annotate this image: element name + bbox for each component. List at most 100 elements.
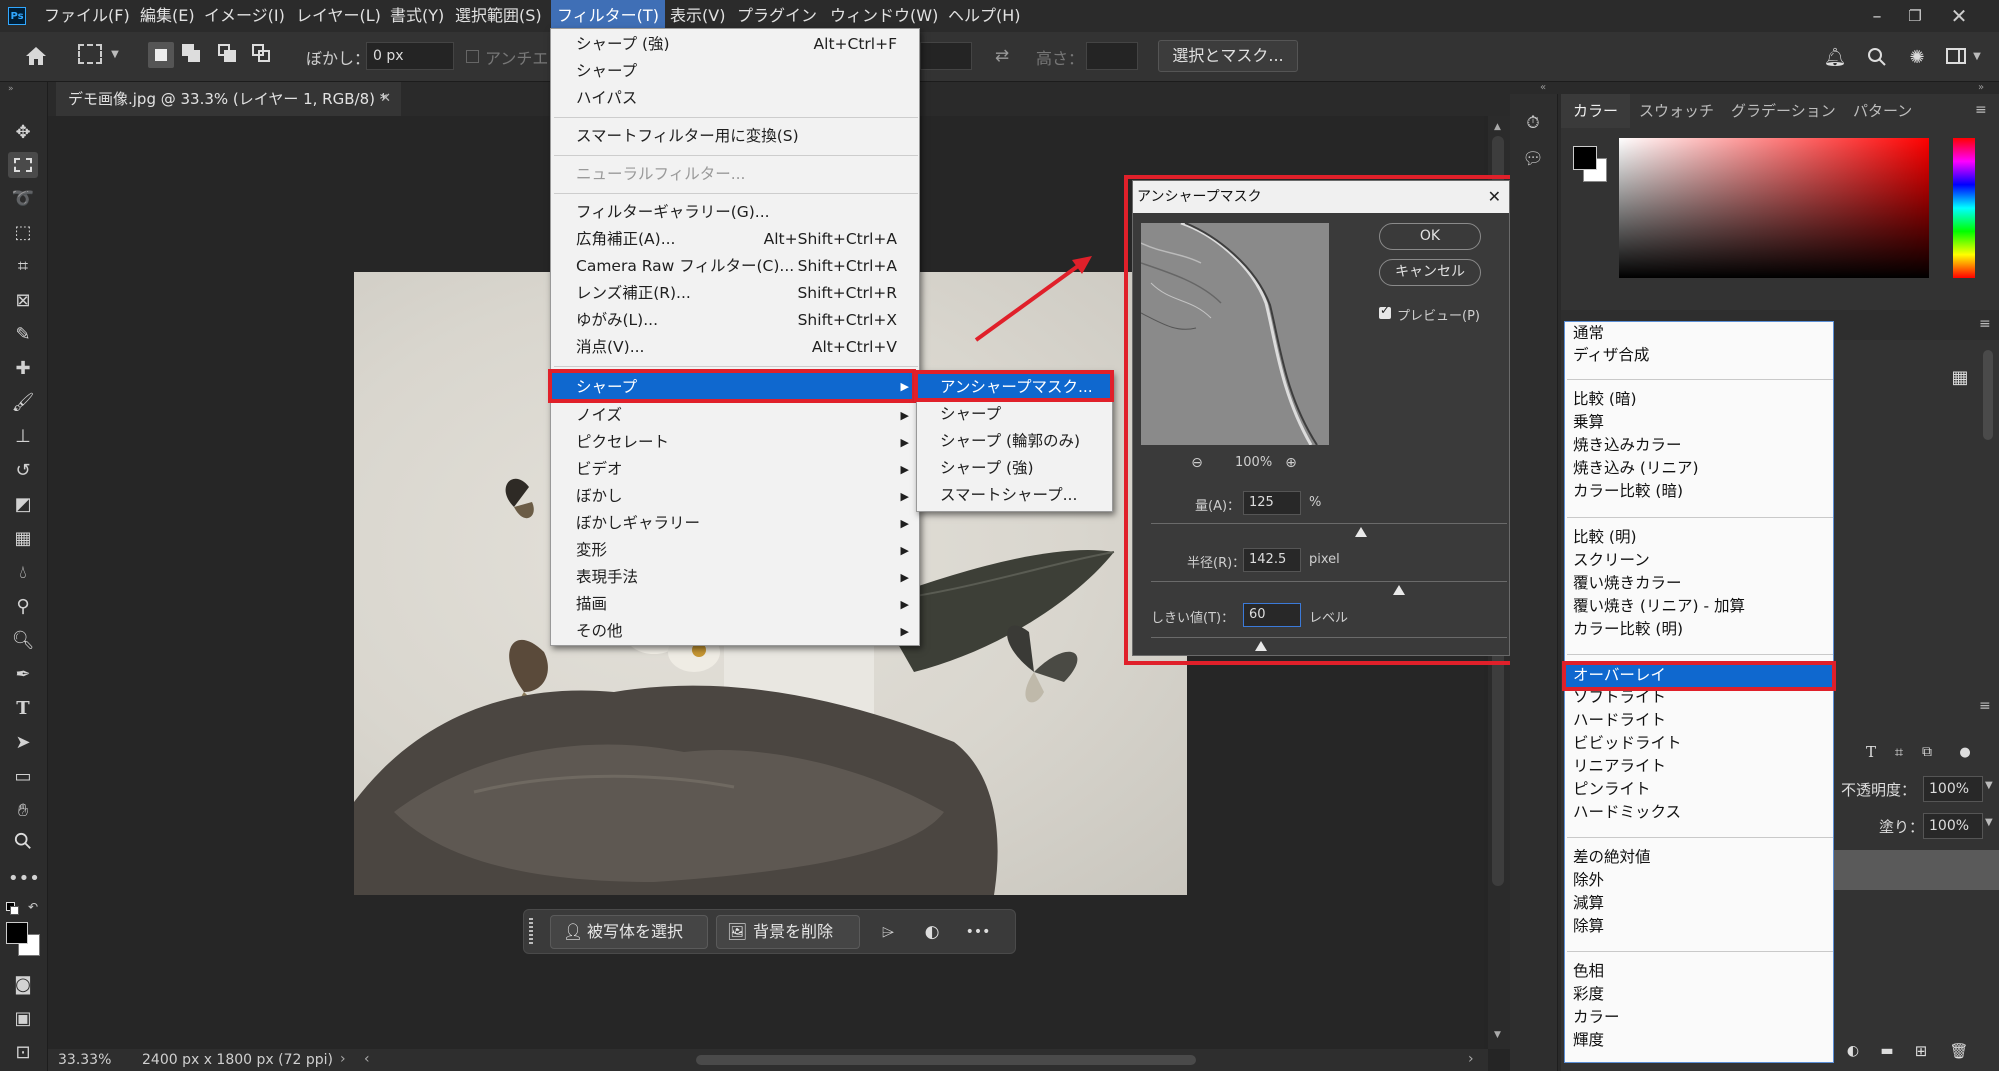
blend-mode-option[interactable]: ハードライト <box>1566 709 1834 732</box>
history-icon[interactable]: ⏱︎ <box>1520 110 1546 136</box>
collapse-icon[interactable]: » <box>8 84 14 94</box>
blend-mode-option[interactable]: 乗算 <box>1566 411 1834 434</box>
panel-menu-icon[interactable]: ≡ <box>1975 102 1987 118</box>
layer-row[interactable] <box>1831 850 1999 890</box>
blend-mode-option[interactable]: 減算 <box>1566 892 1834 915</box>
blend-mode-option[interactable]: ソフトライト <box>1566 686 1834 709</box>
home-icon[interactable] <box>22 42 50 70</box>
tab-patterns[interactable]: パターン <box>1853 94 1912 128</box>
dodge-tool-icon[interactable]: ⚲ <box>8 594 38 620</box>
drag-handle[interactable] <box>529 918 533 946</box>
panel-scrollbar[interactable] <box>1983 350 1993 440</box>
threshold-slider-thumb[interactable] <box>1255 641 1267 651</box>
document-tab[interactable]: デモ画像.jpg @ 33.3% (レイヤー 1, RGB/8) * ✕ <box>56 82 401 116</box>
amount-slider-thumb[interactable] <box>1355 527 1367 537</box>
blend-mode-option[interactable]: カラー <box>1566 1006 1834 1029</box>
filter-menu-item[interactable]: その他 ▶ <box>552 618 919 645</box>
subtract-selection-icon[interactable] <box>218 44 240 66</box>
antialias-checkbox[interactable] <box>466 50 479 63</box>
grid-view-icon[interactable]: ▦ <box>1949 366 1971 388</box>
blur-tool-icon[interactable]: 💧︎ <box>8 560 38 586</box>
new-selection-icon[interactable] <box>148 42 174 68</box>
filter-menu-item[interactable]: ピクセレート ▶ <box>552 429 919 456</box>
bell-icon[interactable]: 🔔︎ <box>1822 44 1848 70</box>
screen-mode-icon[interactable]: ▣ <box>8 1006 38 1032</box>
adjustment-layer-icon[interactable]: ◐ <box>1843 1041 1863 1061</box>
marquee-tool-icon[interactable] <box>8 152 38 178</box>
filter-toggle-icon[interactable]: ● <box>1955 742 1975 762</box>
scroll-left-icon[interactable]: ‹ <box>364 1051 370 1067</box>
smart-object-filter-icon[interactable]: ⧉ <box>1917 742 1937 762</box>
blend-mode-option[interactable]: 比較 (明) <box>1566 526 1834 549</box>
close-tab-icon[interactable]: ✕ <box>380 82 391 116</box>
blend-mode-option[interactable]: リニアライト <box>1566 755 1834 778</box>
threshold-input[interactable]: 60 <box>1243 603 1301 627</box>
remove-background-button[interactable]: 🖼︎ 背景を削除 <box>716 915 860 949</box>
crop-tool-icon[interactable]: ⌗ <box>8 254 38 280</box>
filter-menu-item[interactable]: 広角補正(A)... Alt+Shift+Ctrl+A <box>552 226 919 253</box>
amount-input[interactable]: 125 <box>1243 491 1301 515</box>
move-tool-icon[interactable]: ✥ <box>8 120 38 146</box>
type-tool-icon[interactable]: T <box>8 696 38 722</box>
chevron-down-icon[interactable]: ▼ <box>108 44 122 64</box>
quick-mask-icon[interactable]: ◙ <box>8 972 38 998</box>
chevron-down-icon[interactable]: ▼ <box>1970 46 1984 66</box>
zoom-tool-icon[interactable] <box>8 832 38 858</box>
eraser-tool-icon[interactable]: ◩ <box>8 492 38 518</box>
radius-slider-track[interactable] <box>1151 581 1507 582</box>
panel-menu-icon[interactable]: ≡ <box>1979 698 1991 714</box>
filter-menu-item[interactable]: Camera Raw フィルター(C)... Shift+Ctrl+A <box>552 253 919 280</box>
amount-slider-track[interactable] <box>1151 523 1507 524</box>
submenu-item-unsharp-mask[interactable]: アンシャープマスク... <box>918 374 1113 401</box>
blend-mode-option[interactable]: カラー比較 (明) <box>1566 618 1834 641</box>
menu-select[interactable]: 選択範囲(S) <box>455 0 542 32</box>
blend-mode-option[interactable]: 色相 <box>1566 960 1834 983</box>
add-selection-icon[interactable] <box>182 44 204 66</box>
stamp-tool-icon[interactable]: ⊥ <box>8 424 38 450</box>
blend-mode-option[interactable]: スクリーン <box>1566 549 1834 572</box>
type-filter-icon[interactable]: T <box>1861 742 1881 762</box>
filter-menu-item[interactable]: スマートフィルター用に変換(S) <box>552 123 919 150</box>
frame-mode-icon[interactable]: ⊡ <box>8 1040 38 1066</box>
hand-tool-icon[interactable]: ✋︎ <box>8 798 38 824</box>
filter-menu-item[interactable]: ぼかし ▶ <box>552 483 919 510</box>
filter-menu-item[interactable]: ぼかしギャラリー ▶ <box>552 510 919 537</box>
scroll-down-icon[interactable]: ▼ <box>1494 1030 1501 1040</box>
filter-menu-item[interactable]: シャープ (強) Alt+Ctrl+F <box>552 31 919 58</box>
blend-mode-option[interactable]: 覆い焼きカラー <box>1566 572 1834 595</box>
filter-menu-item[interactable]: レンズ補正(R)... Shift+Ctrl+R <box>552 280 919 307</box>
tab-swatches[interactable]: スウォッチ <box>1639 94 1714 128</box>
tab-color[interactable]: カラー <box>1561 94 1631 128</box>
minimize-icon[interactable]: – <box>1864 4 1890 28</box>
radius-input[interactable]: 142.5 <box>1243 548 1301 572</box>
swap-colors-icon[interactable]: ↶ <box>26 900 40 914</box>
scroll-up-icon[interactable]: ▲ <box>1494 122 1501 132</box>
submenu-item[interactable]: シャープ <box>918 401 1113 428</box>
foreground-color-chip[interactable] <box>1573 146 1597 170</box>
rectangle-tool-icon[interactable]: ▭ <box>8 764 38 790</box>
blend-mode-option[interactable]: 彩度 <box>1566 983 1834 1006</box>
restore-icon[interactable]: ❐ <box>1902 4 1928 28</box>
blend-mode-option[interactable]: カラー比較 (暗) <box>1566 480 1834 503</box>
opacity-input[interactable]: 100% <box>1923 776 1983 802</box>
filter-menu-item[interactable]: ゆがみ(L)... Shift+Ctrl+X <box>552 307 919 334</box>
select-subject-button[interactable]: 👤︎ 被写体を選択 <box>550 915 708 949</box>
path-select-tool-icon[interactable]: ➤ <box>8 730 38 756</box>
blend-mode-option[interactable]: 除外 <box>1566 869 1834 892</box>
filter-menu-item[interactable]: 描画 ▶ <box>552 591 919 618</box>
zoom-level[interactable]: 33.33% <box>58 1052 111 1068</box>
dialog-preview-image[interactable] <box>1141 223 1329 445</box>
new-layer-icon[interactable]: ⊞ <box>1911 1041 1931 1061</box>
chevron-down-icon[interactable]: ▼ <box>1985 817 1993 828</box>
blend-mode-option[interactable]: 比較 (暗) <box>1566 388 1834 411</box>
filter-menu-item[interactable]: ビデオ ▶ <box>552 456 919 483</box>
menu-type[interactable]: 書式(Y) <box>390 0 444 32</box>
hue-slider[interactable] <box>1953 138 1975 278</box>
dialog-close-icon[interactable]: ✕ <box>1488 181 1501 213</box>
menu-file[interactable]: ファイル(F) <box>44 0 130 32</box>
submenu-item[interactable]: スマートシャープ... <box>918 482 1113 509</box>
blend-mode-option[interactable]: 焼き込みカラー <box>1566 434 1834 457</box>
healing-brush-tool-icon[interactable]: ✚ <box>8 356 38 382</box>
feather-input[interactable]: 0 px <box>366 42 454 70</box>
radius-slider-thumb[interactable] <box>1393 585 1405 595</box>
